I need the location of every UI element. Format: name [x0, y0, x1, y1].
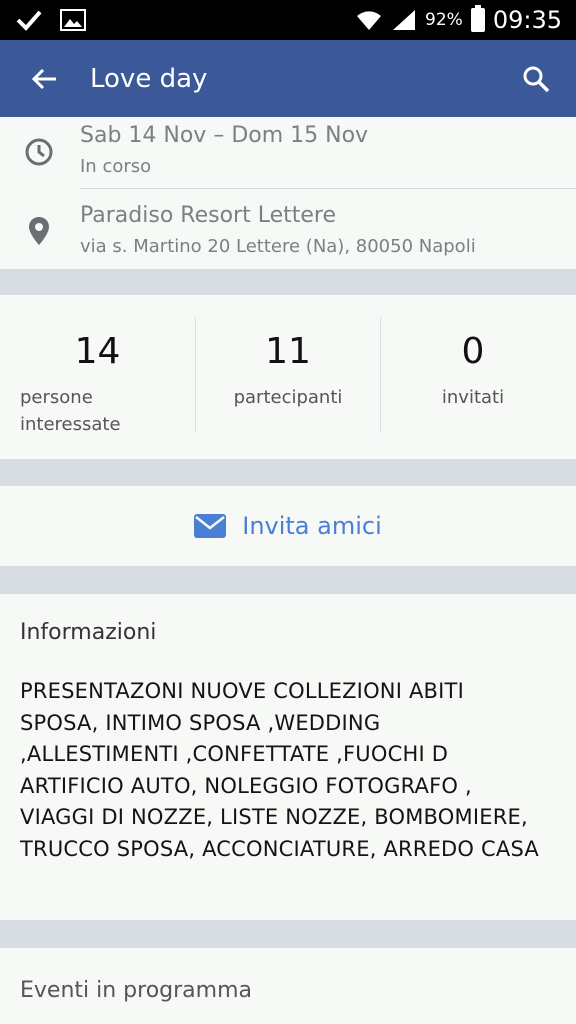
envelope-icon — [194, 514, 227, 538]
stat-interested[interactable]: 14 persone interessate — [0, 295, 195, 459]
upcoming-events-card: Eventi in programma — [0, 948, 576, 1024]
system-icons: 92% 09:35 — [355, 5, 562, 34]
clock: 09:35 — [492, 6, 562, 34]
venue-address: via s. Martino 20 Lettere (Na), 80050 Na… — [80, 236, 476, 257]
image-icon — [60, 9, 86, 31]
divider — [80, 188, 576, 189]
invite-friends-button[interactable]: Invita amici — [194, 512, 382, 540]
battery-percent: 92% — [425, 10, 463, 30]
invite-card: Invita amici — [0, 486, 576, 566]
wifi-icon — [357, 11, 382, 30]
search-button[interactable] — [496, 40, 576, 117]
event-details-card: Sab 14 Nov – Dom 15 Nov In corso Paradis… — [0, 117, 576, 269]
info-card: Informazioni PRESENTAZONI NUOVE COLLEZIO… — [0, 594, 576, 920]
stat-participants[interactable]: 11 partecipanti — [196, 295, 380, 459]
stat-value: 0 — [461, 331, 485, 372]
stat-label: partecipanti — [233, 387, 343, 408]
event-description: PRESENTAZONI NUOVE COLLEZIONI ABITI SPOS… — [20, 679, 539, 861]
location-pin-icon — [29, 217, 49, 245]
event-status: In corso — [80, 156, 152, 177]
back-arrow-icon — [31, 68, 56, 89]
notification-icons — [16, 9, 86, 31]
clock-icon — [25, 138, 53, 166]
stat-invited[interactable]: 0 invitati — [381, 295, 565, 459]
battery-icon — [470, 5, 485, 32]
invite-label: Invita amici — [242, 512, 382, 540]
attendance-stats: 14 persone interessate 11 partecipanti 0… — [0, 295, 576, 459]
stat-value: 11 — [265, 331, 311, 372]
status-bar: 92% 09:35 — [0, 0, 576, 40]
stat-label: invitati — [441, 387, 505, 408]
section-title: Informazioni — [20, 620, 157, 645]
back-button[interactable] — [0, 40, 88, 117]
signal-icon — [393, 10, 416, 30]
section-title: Eventi in programma — [20, 978, 252, 1003]
stat-value: 14 — [74, 331, 121, 372]
venue-name: Paradiso Resort Lettere — [80, 203, 336, 228]
app-bar: Love day — [0, 40, 576, 117]
search-icon — [523, 66, 550, 92]
stat-label: persone interessate — [20, 387, 121, 435]
check-icon — [16, 10, 42, 31]
page-title: Love day — [90, 63, 208, 94]
event-date: Sab 14 Nov – Dom 15 Nov — [80, 123, 369, 148]
